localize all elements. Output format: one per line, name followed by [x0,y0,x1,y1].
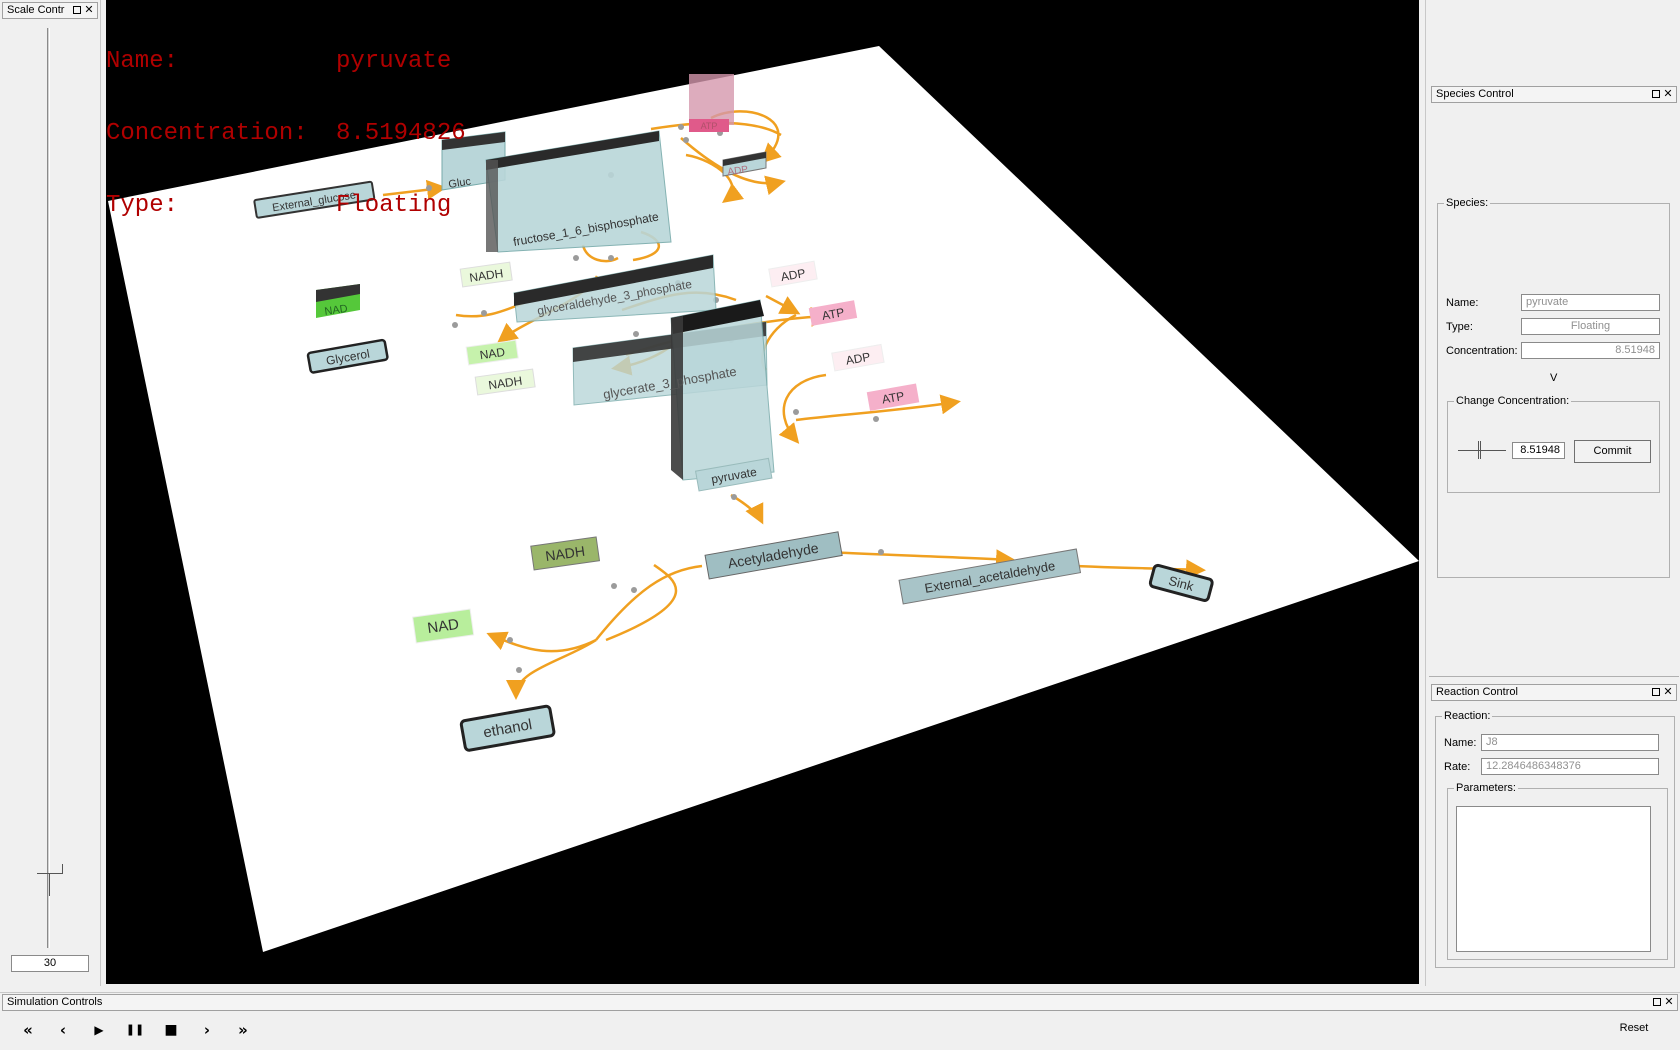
species-concentration-label: Concentration: [1446,345,1518,357]
network-3d-viewport[interactable]: External_glucose Gluc fructose_1_6_bisph… [106,0,1419,984]
hud-name-value: pyruvate [336,48,452,75]
hud-conc-value: 8.5194826 [336,120,466,147]
concentration-slider-handle[interactable] [1478,441,1481,459]
species-type-label: Type: [1446,321,1473,333]
close-icon[interactable]: ✕ [83,3,95,18]
float-icon[interactable] [1650,685,1662,700]
simulation-controls-title-bar: Simulation Controls ✕ [2,994,1678,1011]
species-expand-toggle[interactable]: V [1550,372,1557,384]
step-forward-button[interactable]: › [192,1020,222,1040]
reaction-name-label: Name: [1444,737,1477,749]
float-icon[interactable] [71,3,83,18]
hud-type-value: Floating [336,192,452,219]
species-concentration-field[interactable]: 8.51948 [1521,342,1660,359]
label-atp-top: ATP [701,121,718,131]
scale-value-field[interactable]: 30 [11,955,89,972]
close-icon[interactable]: ✕ [1662,685,1674,700]
change-concentration-label: Change Concentration: [1456,395,1570,407]
change-concentration-field[interactable]: 8.51948 [1512,442,1565,459]
reaction-control-title-bar: Reaction Control ✕ [1431,684,1677,701]
step-back-button[interactable]: ‹ [48,1020,78,1040]
selected-species-hud: Name: pyruvate Concentration: 8.5194826 Ty… [106,2,466,266]
close-icon[interactable]: ✕ [1662,87,1674,102]
scale-slider-handle[interactable] [37,864,63,897]
species-control-title: Species Control [1436,88,1514,100]
hud-name-key: Name: [106,48,179,75]
reaction-name-field[interactable]: J8 [1481,734,1659,751]
float-icon[interactable] [1650,87,1662,102]
play-button[interactable]: ▶ [84,1020,114,1040]
species-group: Species: [1437,197,1670,578]
scale-control-title: Scale Contr [7,4,65,16]
rewind-button[interactable]: « [13,1020,43,1040]
hud-type-key: Type: [106,192,179,219]
species-type-field[interactable]: Floating [1521,318,1660,335]
scale-control-title-bar: Scale Contr ✕ [2,2,98,19]
parameters-label: Parameters: [1456,782,1516,794]
simulation-controls-title: Simulation Controls [7,996,103,1008]
pause-button[interactable]: ❚❚ [120,1020,150,1040]
reaction-rate-label: Rate: [1444,761,1471,773]
reset-button[interactable]: Reset [1610,1022,1658,1038]
concentration-slider-track[interactable] [1458,450,1506,451]
stop-button[interactable]: ■ [156,1020,186,1040]
scale-control-panel: Scale Contr ✕ 30 [0,0,101,986]
float-icon[interactable] [1651,995,1663,1010]
reaction-rate-field[interactable]: 12.2846486348376 [1481,758,1659,775]
species-name-label: Name: [1446,297,1479,309]
scale-slider-track[interactable] [47,28,50,948]
dock-separator [1429,676,1679,677]
species-group-label: Species: [1446,197,1489,209]
reaction-control-title: Reaction Control [1436,686,1518,698]
right-dock-panel: Species Control ✕ Species: Name: pyruvat… [1425,0,1680,986]
close-icon[interactable]: ✕ [1663,995,1675,1010]
parameters-list[interactable] [1456,806,1651,952]
fast-forward-button[interactable]: » [228,1020,258,1040]
species-control-title-bar: Species Control ✕ [1431,86,1677,103]
species-name-field[interactable]: pyruvate [1521,294,1660,311]
commit-button[interactable]: Commit [1574,440,1651,463]
reaction-group-label: Reaction: [1444,710,1491,722]
hud-conc-key: Concentration: [106,120,308,147]
